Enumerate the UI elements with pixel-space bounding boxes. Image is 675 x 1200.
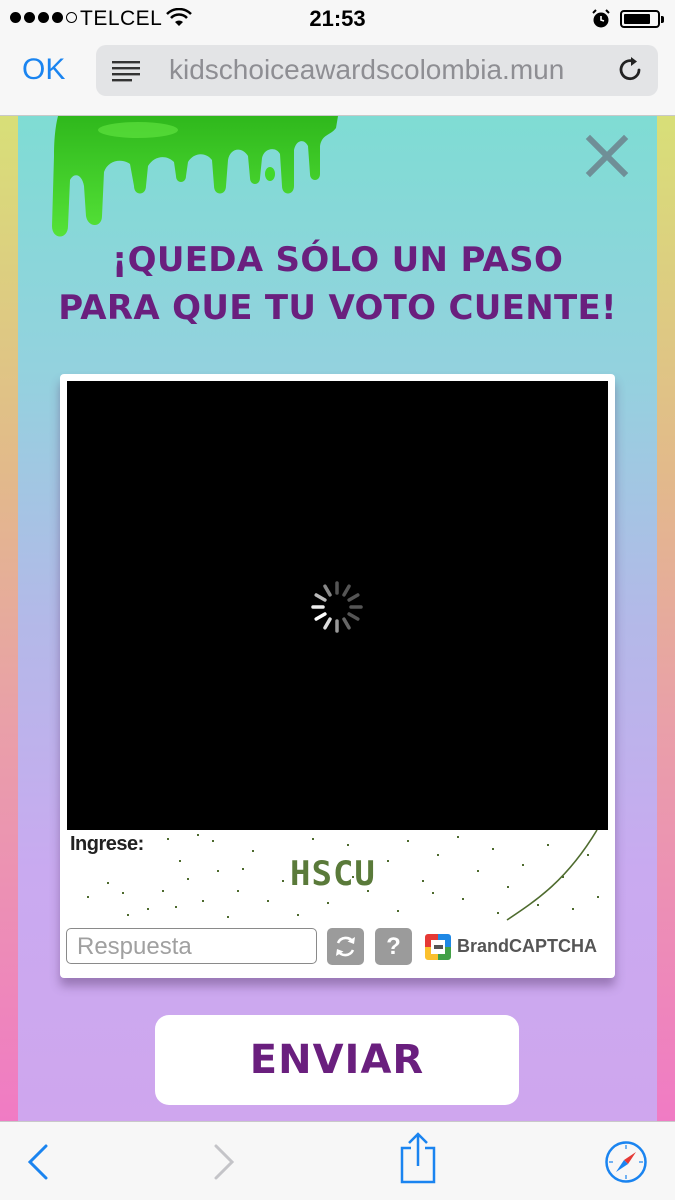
submit-button[interactable]: ENVIAR — [155, 1015, 519, 1105]
share-icon[interactable] — [398, 1132, 438, 1184]
headline-line-1: ¡QUEDA SÓLO UN PASO — [111, 240, 564, 280]
headline-line-2: PARA QUE TU VOTO CUENTE! — [58, 288, 617, 328]
slime-graphic — [52, 116, 338, 237]
brandcaptcha-logo-icon — [425, 934, 451, 960]
brandcaptcha-label: BrandCAPTCHA — [457, 936, 598, 956]
captcha-refresh-button[interactable] — [327, 928, 364, 965]
web-page: ¡QUEDA SÓLO UN PASO PARA QUE TU VOTO CUE… — [0, 116, 675, 1121]
refresh-icon — [336, 936, 355, 957]
captcha-media-area — [67, 381, 608, 830]
captcha-widget: Ingrese: HSCU ? BrandCAPTCHA — [60, 374, 615, 978]
battery-level — [624, 14, 650, 24]
reload-icon[interactable] — [616, 56, 644, 84]
captcha-prompt-label: Ingrese: — [70, 833, 144, 855]
url-field[interactable]: kidschoiceawardscolombia.mun — [96, 45, 658, 96]
captcha-challenge-image: Ingrese: HSCU — [67, 830, 608, 922]
browser-address-bar: OK kidschoiceawardscolombia.mun — [0, 38, 675, 116]
forward-icon[interactable] — [212, 1144, 236, 1180]
status-bar: TELCEL 21:53 — [0, 0, 675, 38]
status-time: 21:53 — [309, 6, 366, 31]
back-icon[interactable] — [26, 1144, 50, 1180]
reader-icon[interactable] — [112, 60, 142, 82]
close-icon[interactable] — [585, 134, 629, 178]
browser-toolbar — [0, 1121, 675, 1200]
url-text: kidschoiceawardscolombia.mun — [169, 54, 565, 85]
done-button[interactable]: OK — [22, 53, 65, 87]
loading-spinner-icon — [311, 581, 363, 633]
captcha-code: HSCU — [290, 854, 376, 894]
compass-icon[interactable] — [604, 1140, 648, 1184]
captcha-help-button[interactable]: ? — [375, 928, 412, 965]
captcha-answer-input[interactable] — [66, 928, 317, 964]
alarm-icon — [592, 9, 610, 28]
battery-icon — [620, 10, 664, 28]
popup-headline: ¡QUEDA SÓLO UN PASO PARA QUE TU VOTO CUE… — [18, 236, 657, 332]
